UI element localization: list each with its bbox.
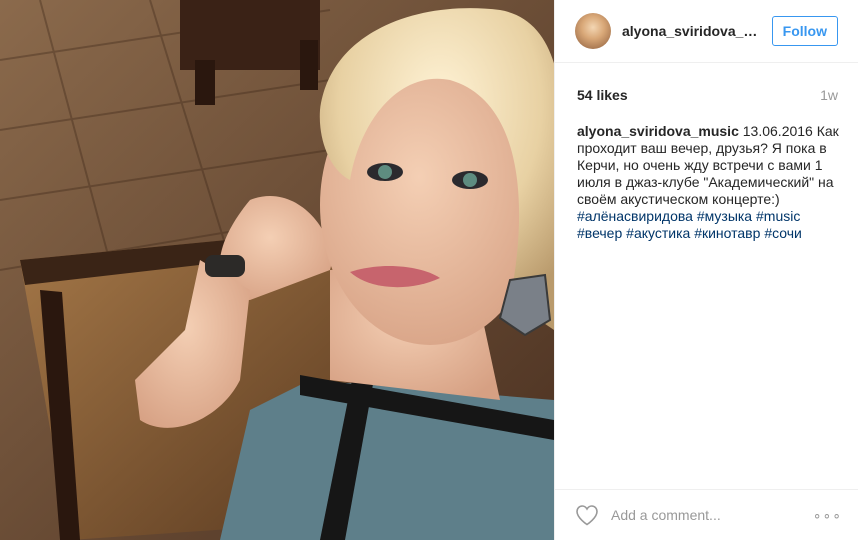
stats-row: 54 likes 1w <box>555 63 858 103</box>
follow-button[interactable]: Follow <box>771 16 838 46</box>
avatar[interactable] <box>575 13 611 49</box>
post-header: alyona_sviridova_m... Follow <box>555 0 858 63</box>
likes-count[interactable]: 54 likes <box>577 87 628 103</box>
hashtag-link[interactable]: #кинотавр <box>694 225 760 241</box>
post-age[interactable]: 1w <box>820 87 838 103</box>
caption: alyona_sviridova_music 13.06.2016 Как пр… <box>555 103 858 242</box>
header-username[interactable]: alyona_sviridova_m... <box>622 23 762 39</box>
caption-username[interactable]: alyona_sviridova_music <box>577 123 739 139</box>
hashtag-link[interactable]: #сочи <box>764 225 802 241</box>
hashtag-link[interactable]: #алёнасвиридова <box>577 208 693 224</box>
hashtag-link[interactable]: #вечер <box>577 225 622 241</box>
hashtag-link[interactable]: #music <box>756 208 800 224</box>
more-options-icon[interactable]: ∘∘∘ <box>813 507 842 524</box>
hashtag-link[interactable]: #музыка <box>697 208 752 224</box>
comment-bar: ∘∘∘ <box>555 489 858 540</box>
hashtag-link[interactable]: #акустика <box>626 225 690 241</box>
hashtag-list: #алёнасвиридова #музыка #music #вечер #а… <box>577 208 802 241</box>
post-photo[interactable] <box>0 0 554 540</box>
heart-icon[interactable] <box>575 504 599 526</box>
comment-input[interactable] <box>611 507 811 523</box>
post-sidebar: alyona_sviridova_m... Follow 54 likes 1w… <box>554 0 858 540</box>
photo-illustration <box>0 0 554 540</box>
